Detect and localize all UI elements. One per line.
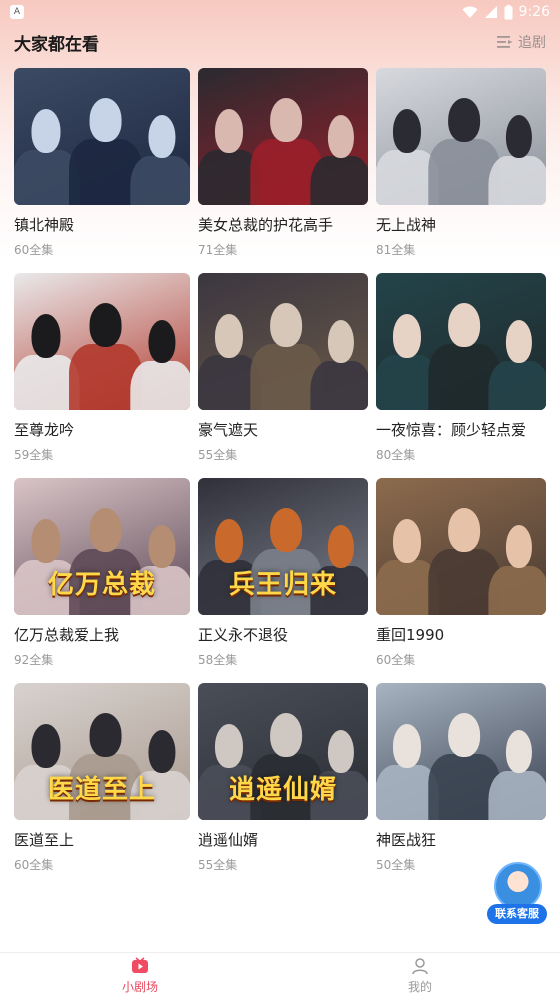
drama-title: 亿万总裁爱上我 — [14, 626, 120, 644]
episode-count: 55全集 — [198, 448, 238, 462]
page-title: 大家都在看 — [14, 34, 99, 55]
drama-title: 至尊龙吟 — [14, 421, 75, 439]
drama-card[interactable]: 神医战狂 50全集 — [376, 683, 546, 888]
drama-card[interactable]: 豪气遮天 55全集 — [198, 273, 368, 478]
episode-count: 60全集 — [14, 858, 54, 872]
customer-service-button[interactable]: 联系客服 — [487, 862, 547, 924]
status-bar-right: 9:26 — [462, 4, 550, 20]
drama-title: 无上战神 — [376, 216, 437, 234]
poster-caption: 兵王归来 — [228, 570, 337, 600]
drama-card[interactable]: 兵王归来正义永不退役 58全集 — [198, 478, 368, 683]
user-icon — [412, 957, 428, 974]
drama-title: 神医战狂 — [376, 831, 437, 849]
drama-card[interactable]: 美女总裁的护花高手 71全集 — [198, 68, 368, 273]
drama-card[interactable]: 医道至上 医道至上 60全集 — [14, 683, 190, 888]
drama-poster-image — [14, 68, 190, 205]
drama-card[interactable]: 亿万总裁亿万总裁爱上我 92全集 — [14, 478, 190, 683]
drama-poster-image: 亿万总裁 — [14, 478, 190, 615]
drama-card[interactable]: 重回1990 60全集 — [376, 478, 546, 683]
drama-poster-image: 医道至上 — [14, 683, 190, 820]
drama-title: 重回1990 — [376, 626, 445, 644]
drama-poster-image — [376, 683, 546, 820]
drama-title: 医道至上 — [14, 831, 75, 849]
signal-icon — [484, 6, 497, 18]
drama-title: 正义永不退役 — [198, 626, 289, 644]
drama-title: 豪气遮天 — [198, 421, 259, 439]
poster-caption: 医道至上 — [47, 775, 156, 805]
page-header: 大家都在看 追剧 — [14, 28, 546, 56]
drama-poster-image: 兵王归来 — [198, 478, 368, 615]
drama-card[interactable]: 镇北神殿 60全集 — [14, 68, 190, 273]
drama-grid: 镇北神殿 60全集 美女总裁的护花高手 71全集 无上战神 81全集至尊龙吟 59全集 豪气遮… — [14, 68, 546, 888]
drama-poster-image — [198, 273, 368, 410]
episode-count: 92全集 — [14, 653, 54, 667]
drama-title: 美女总裁的护花高手 — [198, 216, 334, 234]
drama-card[interactable]: 逍遥仙婿 逍遥仙婿 55全集 — [198, 683, 368, 888]
drama-card[interactable]: 至尊龙吟 59全集 — [14, 273, 190, 478]
bottom-tab-bar: 小剧场 我的 — [0, 952, 560, 998]
follow-drama-button[interactable]: 追剧 — [497, 32, 546, 52]
customer-service-avatar — [494, 862, 542, 910]
battery-icon — [504, 4, 513, 19]
drama-title: 一夜惊喜：顾少轻点爱 — [376, 421, 527, 439]
tab-mine-label: 我的 — [407, 979, 432, 994]
drama-card[interactable]: 无上战神 81全集 — [376, 68, 546, 273]
poster-caption: 亿万总裁 — [47, 570, 156, 600]
drama-card[interactable]: 一夜惊喜：顾少轻点爱 80全集 — [376, 273, 546, 478]
drama-poster-image — [376, 478, 546, 615]
episode-count: 55全集 — [198, 858, 238, 872]
episode-count: 58全集 — [198, 653, 238, 667]
drama-poster-image: 逍遥仙婿 — [198, 683, 368, 820]
play-tv-icon — [132, 956, 148, 973]
episode-count: 59全集 — [14, 448, 54, 462]
wifi-icon — [462, 6, 478, 18]
customer-service-label: 联系客服 — [487, 904, 547, 924]
drama-title: 镇北神殿 — [14, 216, 75, 234]
tab-theater-label: 小剧场 — [121, 979, 158, 994]
tab-theater[interactable]: 小剧场 — [0, 953, 280, 998]
episode-count: 60全集 — [14, 243, 54, 257]
drama-poster-image — [198, 68, 368, 205]
status-time: 9:26 — [518, 4, 550, 20]
follow-drama-label: 追剧 — [518, 35, 546, 51]
episode-count: 71全集 — [198, 243, 238, 257]
drama-title: 逍遥仙婿 — [198, 831, 259, 849]
episode-count: 60全集 — [376, 653, 416, 667]
drama-poster-image — [376, 273, 546, 410]
list-icon — [497, 36, 513, 48]
status-bar-left: A — [10, 5, 24, 19]
status-bar: A 9:26 — [0, 0, 560, 24]
episode-count: 80全集 — [376, 448, 416, 462]
episode-count: 81全集 — [376, 243, 416, 257]
poster-caption: 逍遥仙婿 — [228, 775, 337, 805]
drama-poster-image — [14, 273, 190, 410]
tab-mine[interactable]: 我的 — [280, 953, 560, 998]
drama-poster-image — [376, 68, 546, 205]
app-notification-icon: A — [10, 5, 24, 19]
